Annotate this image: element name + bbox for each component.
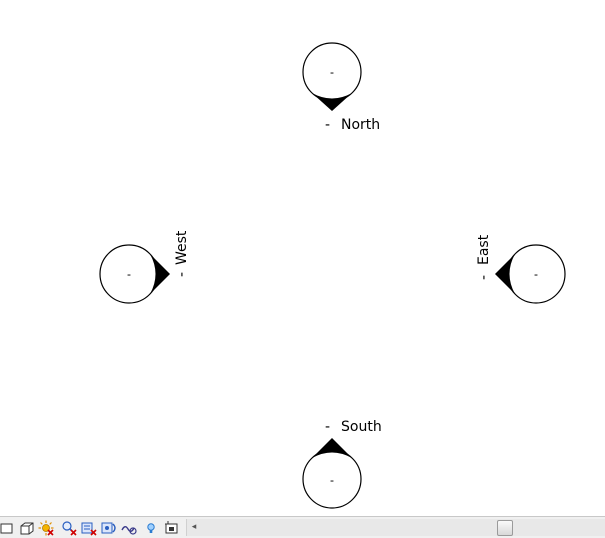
marker-value: - xyxy=(534,267,538,281)
marker-label: West xyxy=(174,230,190,265)
3d-box-icon[interactable] xyxy=(19,520,35,536)
elevation-marker-north[interactable]: - - North xyxy=(302,42,380,133)
view-control-bar: ◂ xyxy=(0,516,605,538)
horizontal-scrollbar[interactable]: ◂ xyxy=(186,519,605,536)
elevation-marker-west[interactable]: - - West xyxy=(99,230,190,304)
marker-leader: - xyxy=(476,275,492,280)
sun-path-icon[interactable] xyxy=(38,520,54,536)
remove-hidden-icon[interactable] xyxy=(61,520,77,536)
elevation-marker-south[interactable]: - - South xyxy=(302,419,382,509)
scrollbar-thumb[interactable] xyxy=(497,520,513,536)
marker-value: - xyxy=(127,267,131,281)
marker-label: East xyxy=(476,234,492,265)
marker-value: - xyxy=(330,65,334,79)
marker-value: - xyxy=(330,473,334,487)
elevation-markers-drawing: - - North - - West - - East - - South xyxy=(99,42,566,509)
temporary-hide-icon[interactable] xyxy=(101,520,117,536)
marker-label: North xyxy=(341,117,380,133)
marker-label: South xyxy=(341,419,382,435)
marker-leader: - xyxy=(325,419,330,435)
reveal-hidden-icon[interactable] xyxy=(81,520,97,536)
analysis-display-icon[interactable] xyxy=(121,520,137,536)
scroll-left-arrow-icon[interactable]: ◂ xyxy=(187,519,201,536)
marker-leader: - xyxy=(174,272,190,277)
lightbulb-icon[interactable] xyxy=(143,520,159,536)
marker-leader: - xyxy=(325,117,330,133)
crop-view-icon[interactable] xyxy=(164,520,180,536)
elevation-marker-east[interactable]: - - East xyxy=(476,234,566,304)
drawing-canvas[interactable]: - - North - - West - - East - - South xyxy=(0,0,605,516)
2d-box-icon[interactable] xyxy=(0,520,16,536)
